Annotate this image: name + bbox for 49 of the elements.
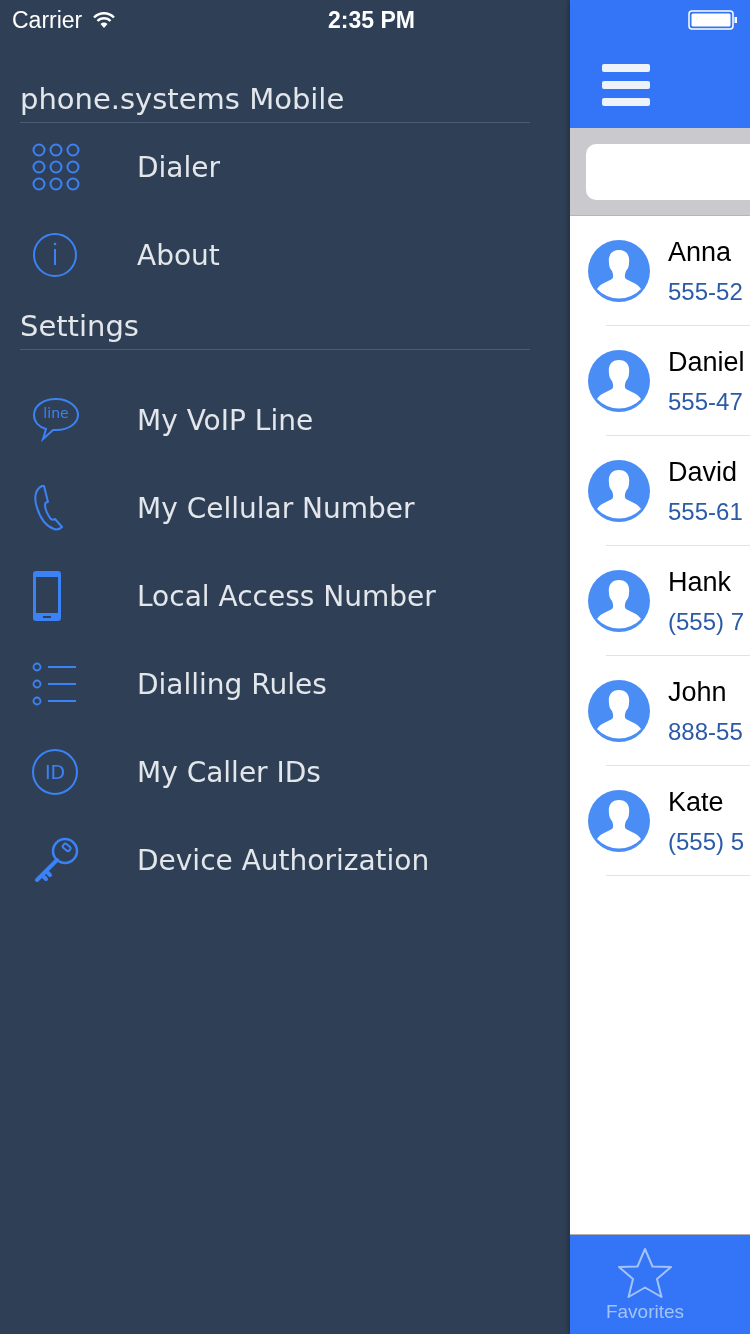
contact-row[interactable]: John 888-55 [570, 656, 750, 766]
menu-item[interactable]: Device Authorization [20, 816, 530, 904]
menu-item[interactable]: About [20, 211, 530, 299]
contact-row[interactable]: Hank (555) 7 [570, 546, 750, 656]
contact-name: Kate [668, 786, 725, 818]
clock-time: 2:35 PM [328, 6, 415, 34]
phone-number: 555-47 [668, 387, 744, 416]
speech-bubble-icon: line [32, 397, 80, 443]
avatar-icon [588, 350, 650, 412]
contact-name: John [668, 676, 728, 708]
menu-item[interactable]: Dialer [20, 123, 530, 211]
app-title: phone.systems Mobile [20, 80, 530, 123]
menu-button[interactable] [602, 64, 650, 106]
star-icon [617, 1247, 673, 1299]
section-header: Settings [20, 307, 530, 350]
contact-row[interactable]: David 555-61 [570, 436, 750, 546]
battery-icon [688, 10, 738, 30]
contact-row[interactable]: Daniel 555-47 [570, 326, 750, 436]
wifi-icon [92, 11, 117, 29]
phone-number: 888-55 [668, 717, 743, 746]
menu-item[interactable]: Dialling Rules [20, 640, 530, 728]
phone-number: (555) 7 [668, 607, 745, 636]
list-icon [32, 662, 78, 706]
menu-item[interactable]: My Cellular Number [20, 464, 530, 552]
phone-number: 555-61 [668, 497, 743, 526]
phone-number: 555-52 [668, 277, 743, 306]
avatar-icon [588, 790, 650, 852]
keypad-icon [32, 143, 80, 191]
id-badge-icon: ID [32, 749, 78, 795]
contact-row[interactable]: Anna 555-52 [570, 216, 750, 326]
avatar-icon [588, 240, 650, 302]
avatar-icon [588, 460, 650, 522]
phone-icon [32, 484, 66, 532]
info-icon [32, 232, 78, 278]
menu-item[interactable]: Local Access Number [20, 552, 530, 640]
menu-item[interactable]: ID My Caller IDs [20, 728, 530, 816]
avatar-icon [588, 680, 650, 742]
contact-name: David [668, 456, 739, 488]
contact-name: Daniel [668, 346, 745, 378]
key-icon [32, 836, 80, 884]
avatar-icon [588, 570, 650, 632]
menu-item[interactable]: line My VoIP Line [20, 376, 530, 464]
contact-row[interactable]: Kate (555) 5 [570, 766, 750, 876]
search-field[interactable] [586, 143, 750, 200]
smartphone-icon [32, 570, 62, 622]
phone-number: (555) 5 [668, 827, 745, 856]
contact-name: Anna [668, 236, 733, 268]
contact-name: Hank [668, 566, 733, 598]
carrier-name: Carrier [12, 6, 83, 34]
